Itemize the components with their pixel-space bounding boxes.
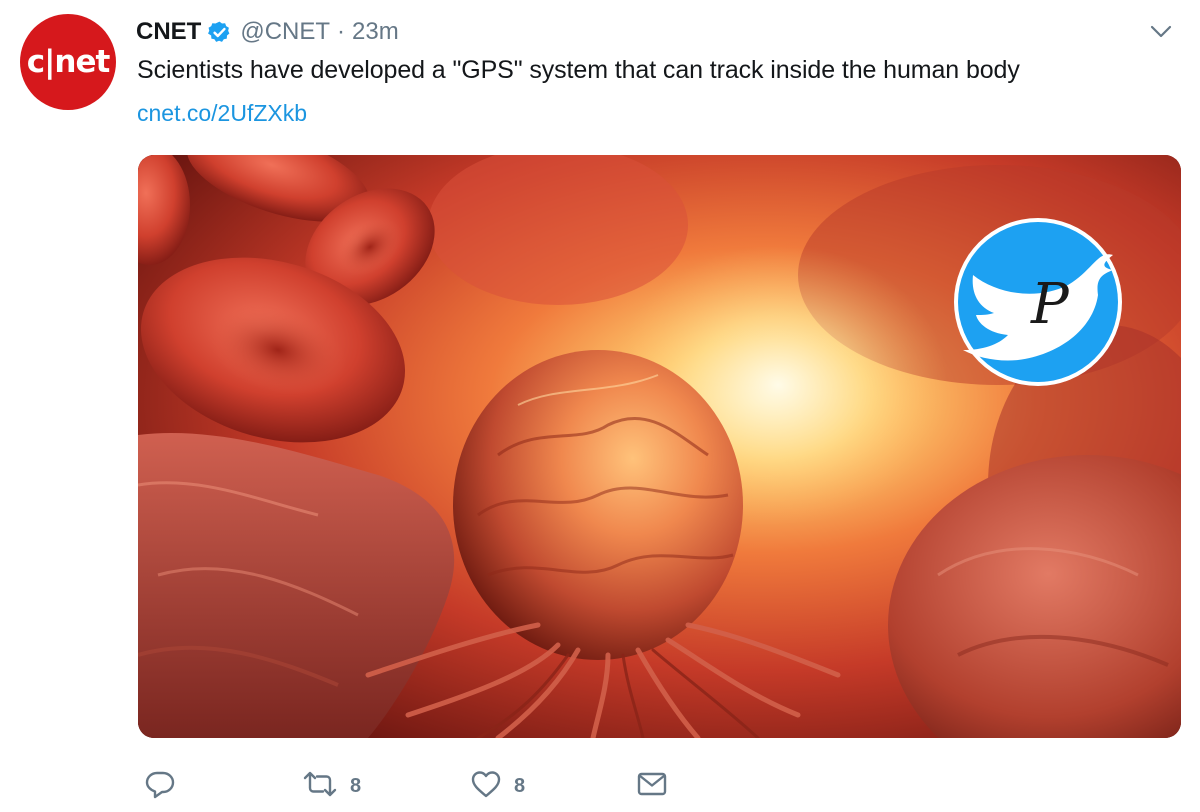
like-count: 8 (514, 774, 526, 797)
tweet-media-image[interactable]: P (138, 155, 1181, 738)
heart-icon (470, 768, 502, 805)
avatar[interactable]: c|net (20, 14, 116, 110)
avatar-logo-text: c|net (26, 44, 111, 80)
reply-button[interactable] (144, 766, 176, 806)
like-button[interactable]: 8 (470, 766, 525, 806)
tweet-link[interactable]: cnet.co/2UfZXkb (137, 100, 307, 127)
retweet-icon (302, 768, 338, 805)
direct-message-button[interactable] (636, 766, 668, 806)
reply-icon (144, 768, 176, 805)
tweet-header: CNET @CNET · 23m (136, 14, 399, 50)
display-name[interactable]: CNET (136, 18, 201, 46)
chevron-down-icon[interactable] (1149, 22, 1173, 42)
watermark-letter: P (1030, 272, 1070, 337)
retweet-count: 8 (350, 774, 362, 797)
verified-badge-icon (207, 20, 232, 45)
tweet-actions: 8 8 (140, 766, 700, 806)
user-handle[interactable]: @CNET (240, 18, 330, 46)
tweet-text: Scientists have developed a "GPS" system… (137, 56, 1020, 84)
watermark-bird-icon: P (954, 218, 1122, 386)
tweet: c|net CNET @CNET · 23m Scientists have d… (0, 0, 1200, 812)
header-separator: · (337, 18, 346, 45)
cell-illustration-image: P (138, 155, 1181, 738)
tweet-timestamp[interactable]: 23m (352, 18, 399, 46)
retweet-button[interactable]: 8 (302, 766, 361, 806)
envelope-icon (636, 768, 668, 805)
